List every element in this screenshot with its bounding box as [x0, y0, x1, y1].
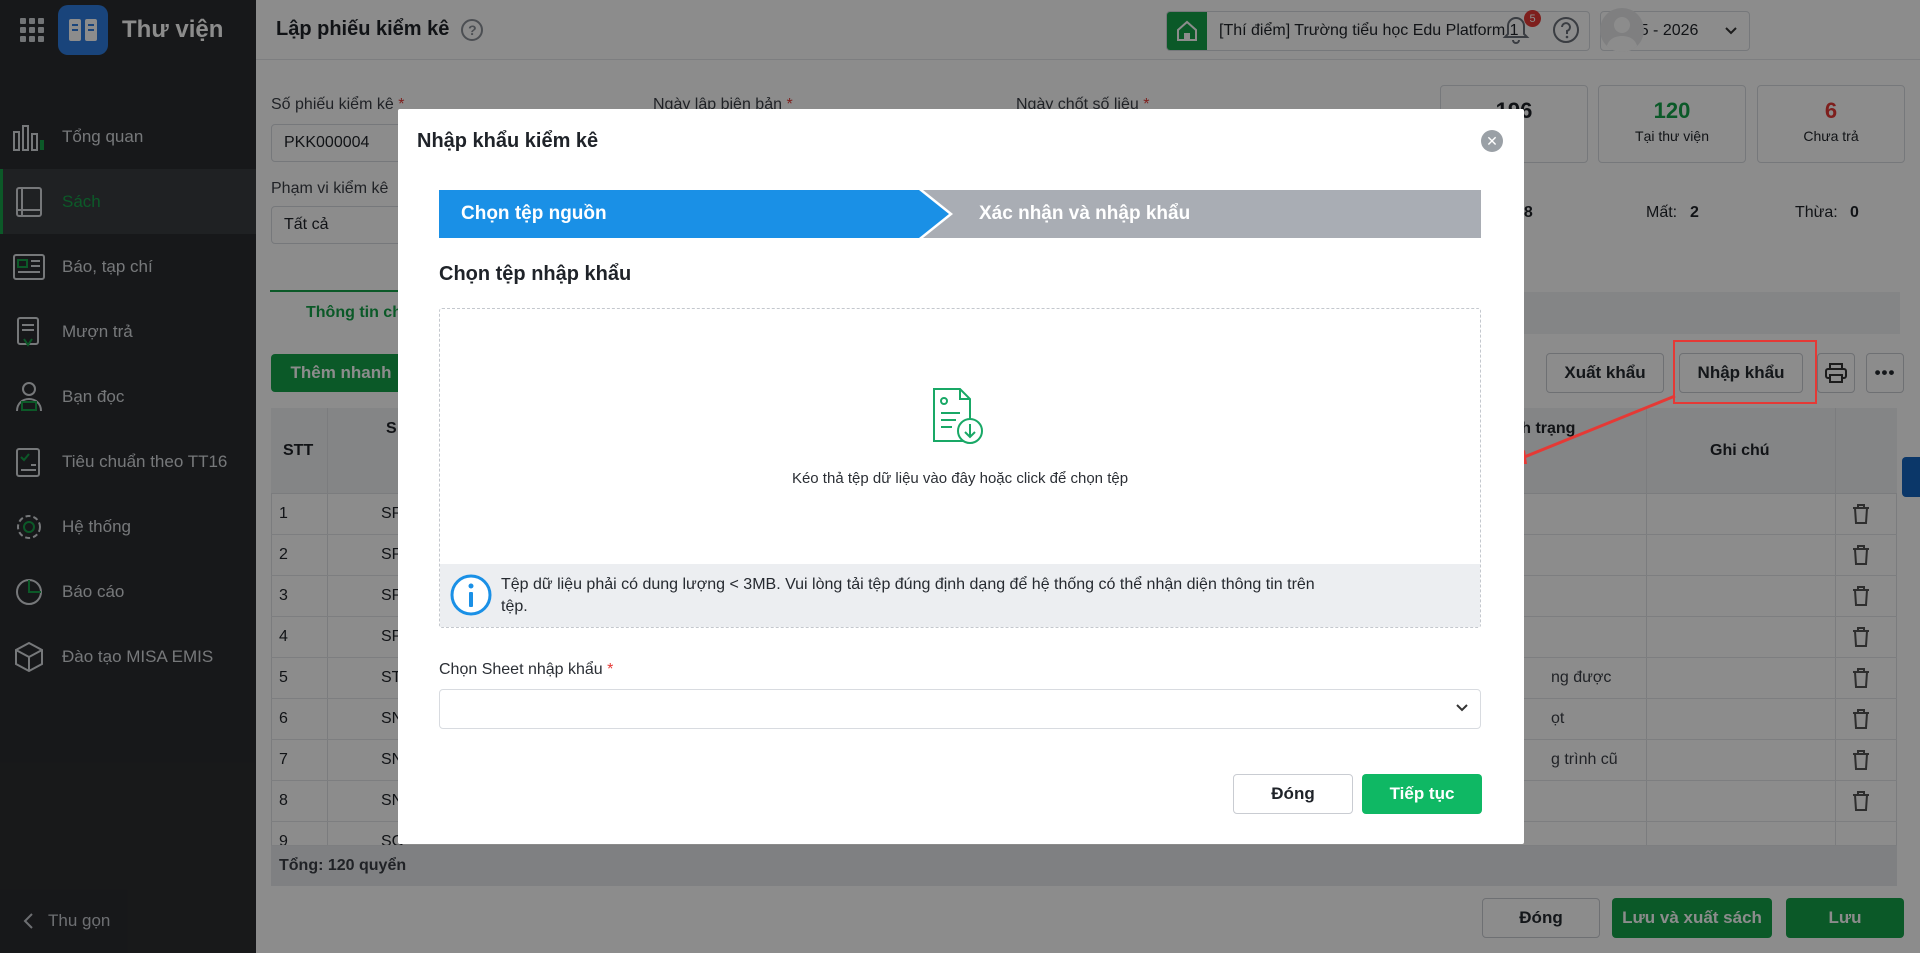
- modal-close-button[interactable]: Đóng: [1233, 774, 1353, 814]
- chevron-down-icon: [1456, 704, 1468, 712]
- import-steps: Chọn tệp nguồn Xác nhận và nhập khẩu: [439, 190, 1481, 238]
- sheet-select[interactable]: [439, 689, 1481, 729]
- section-title: Chọn tệp nhập khẩu: [439, 263, 632, 285]
- file-download-icon: [933, 388, 983, 444]
- file-dropzone[interactable]: Kéo thả tệp dữ liệu vào đây hoặc click đ…: [439, 308, 1481, 628]
- file-info-notice: Tệp dữ liệu phải có dung lượng < 3MB. Vu…: [440, 564, 1480, 627]
- step-select-source: Chọn tệp nguồn: [439, 190, 949, 238]
- file-info-text: Tệp dữ liệu phải có dung lượng < 3MB. Vu…: [501, 576, 1315, 615]
- modal-title: Nhập khẩu kiểm kê: [417, 130, 599, 152]
- sheet-label: Chọn Sheet nhập khẩu *: [439, 661, 614, 678]
- continue-button[interactable]: Tiếp tục: [1362, 774, 1482, 814]
- step-confirm-import: Xác nhận và nhập khẩu: [923, 190, 1481, 238]
- import-highlight-box: [1673, 340, 1817, 404]
- info-icon: [450, 574, 492, 616]
- close-icon[interactable]: ✕: [1481, 130, 1503, 152]
- annotation-arrow: [1507, 394, 1676, 464]
- dropzone-text: Kéo thả tệp dữ liệu vào đây hoặc click đ…: [791, 470, 1129, 487]
- import-modal: Nhập khẩu kiểm kê ✕ Chọn tệp nguồn Xác n…: [398, 109, 1524, 844]
